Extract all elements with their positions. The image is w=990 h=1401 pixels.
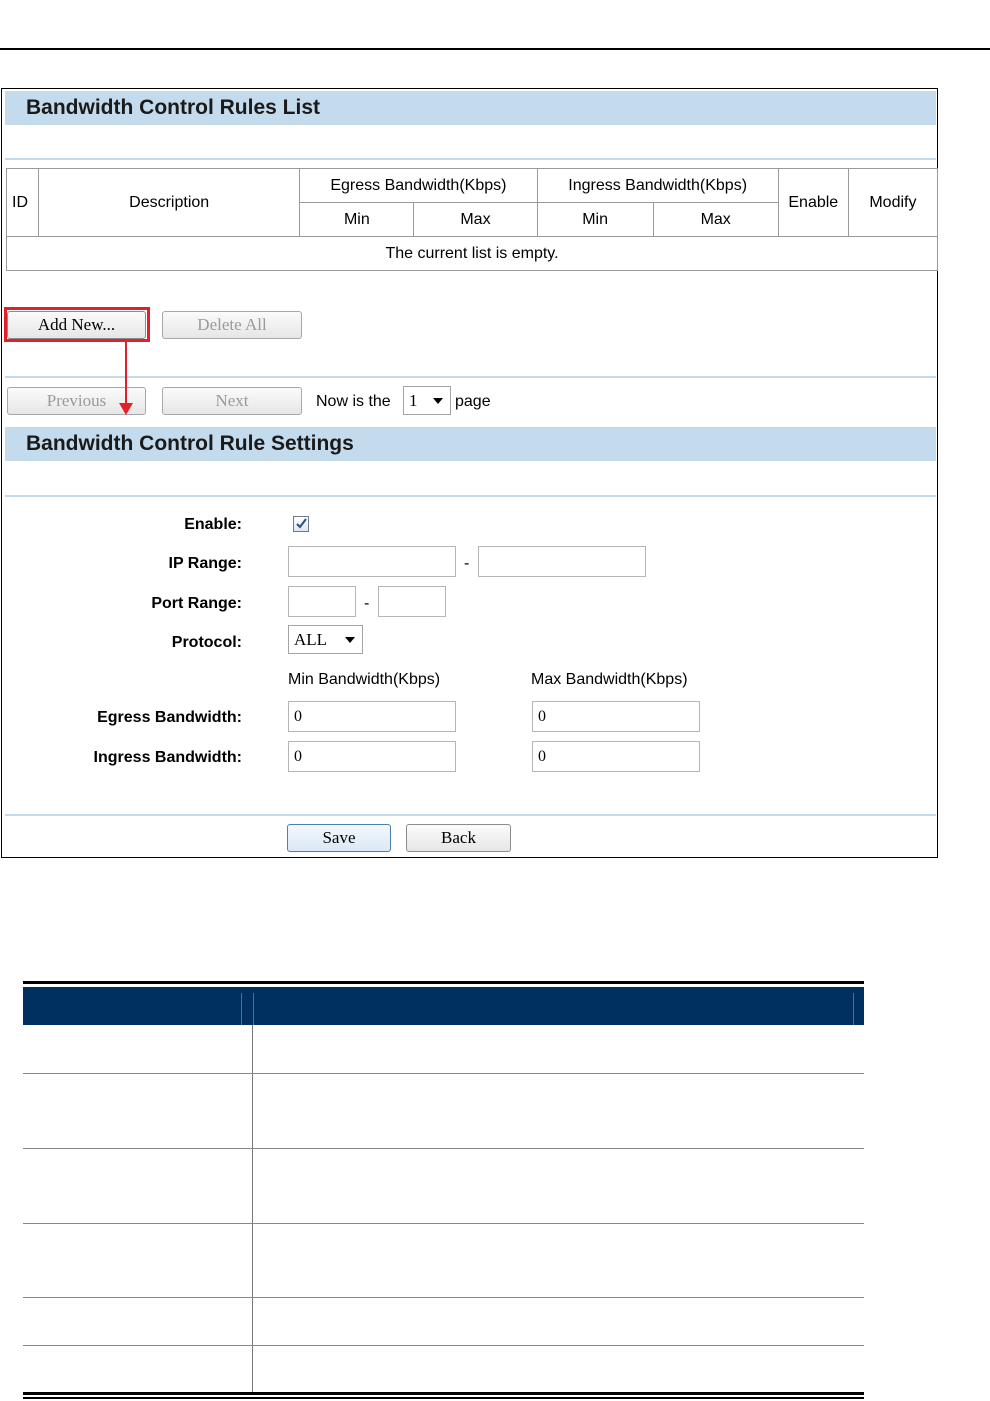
chevron-down-icon bbox=[433, 398, 443, 404]
divider bbox=[5, 376, 936, 378]
next-button[interactable]: Next bbox=[162, 387, 302, 415]
col-egress-max: Max bbox=[413, 202, 538, 237]
egress-max-field[interactable]: 0 bbox=[532, 701, 700, 732]
protocol-select[interactable]: ALL bbox=[288, 625, 363, 654]
egress-min-field[interactable]: 0 bbox=[288, 701, 456, 732]
protocol-select-value: ALL bbox=[294, 630, 328, 649]
chevron-down-icon bbox=[345, 637, 355, 643]
port-end-field[interactable] bbox=[378, 586, 446, 617]
ingress-min-field[interactable]: 0 bbox=[288, 741, 456, 772]
page-select[interactable]: 1 bbox=[403, 386, 451, 415]
back-button[interactable]: Back bbox=[406, 824, 511, 852]
header-divider bbox=[253, 993, 254, 1025]
ingress-max-field[interactable]: 0 bbox=[532, 741, 700, 772]
add-new-highlight bbox=[4, 307, 150, 342]
table-row-divider bbox=[23, 1345, 864, 1346]
column-divider bbox=[252, 1025, 253, 1393]
col-description: Description bbox=[38, 168, 301, 237]
col-egress: Egress Bandwidth(Kbps) bbox=[299, 168, 538, 203]
divider bbox=[5, 158, 936, 160]
col-ingress-max: Max bbox=[652, 202, 779, 237]
page-suffix-text: page bbox=[455, 393, 491, 410]
col-ingress: Ingress Bandwidth(Kbps) bbox=[536, 168, 779, 203]
table-bottom-rule bbox=[23, 1392, 864, 1395]
ip-range-label: IP Range: bbox=[168, 555, 243, 572]
ip-range-dash: - bbox=[464, 555, 470, 572]
col-ingress-min: Min bbox=[536, 202, 654, 237]
arrow-down-icon bbox=[119, 403, 133, 415]
egress-label: Egress Bandwidth: bbox=[97, 709, 242, 726]
ingress-label: Ingress Bandwidth: bbox=[93, 749, 242, 766]
port-start-field[interactable] bbox=[288, 586, 356, 617]
port-range-label: Port Range: bbox=[151, 595, 242, 612]
list-section-title: Bandwidth Control Rules List bbox=[26, 96, 320, 119]
table-row-divider bbox=[23, 1148, 864, 1149]
divider bbox=[5, 495, 936, 497]
settings-section-title: Bandwidth Control Rule Settings bbox=[26, 432, 354, 455]
empty-list-message: The current list is empty. bbox=[6, 236, 938, 271]
table-bottom-rule bbox=[23, 1397, 864, 1399]
page-select-value: 1 bbox=[409, 391, 418, 410]
max-bandwidth-header: Max Bandwidth(Kbps) bbox=[531, 671, 688, 688]
table-row-divider bbox=[23, 1223, 864, 1224]
table-header-row bbox=[23, 987, 864, 1025]
table-top-rule bbox=[23, 981, 864, 984]
delete-all-button[interactable]: Delete All bbox=[162, 311, 302, 339]
ip-end-field[interactable] bbox=[478, 546, 646, 577]
table-row-divider bbox=[23, 1073, 864, 1074]
page-prefix-text: Now is the bbox=[316, 393, 391, 410]
check-icon bbox=[296, 518, 307, 529]
col-egress-min: Min bbox=[299, 202, 415, 237]
enable-label: Enable: bbox=[184, 516, 242, 533]
rules-table: ID Description Egress Bandwidth(Kbps) In… bbox=[5, 168, 939, 271]
col-id: ID bbox=[5, 168, 40, 237]
list-section-header: Bandwidth Control Rules List bbox=[5, 91, 936, 125]
header-divider bbox=[853, 993, 854, 1025]
ip-start-field[interactable] bbox=[288, 546, 456, 577]
divider bbox=[5, 814, 936, 816]
enable-checkbox[interactable] bbox=[293, 516, 309, 532]
arrow-line bbox=[125, 341, 127, 407]
settings-section-header: Bandwidth Control Rule Settings bbox=[5, 427, 936, 461]
screenshot-panel: Bandwidth Control Rules List ID Descript… bbox=[1, 88, 939, 858]
page-top-rule bbox=[0, 48, 990, 50]
protocol-label: Protocol: bbox=[171, 634, 242, 651]
col-modify: Modify bbox=[847, 168, 939, 237]
min-bandwidth-header: Min Bandwidth(Kbps) bbox=[288, 671, 441, 688]
save-button[interactable]: Save bbox=[287, 824, 391, 852]
port-range-dash: - bbox=[364, 595, 370, 612]
table-row-divider bbox=[23, 1297, 864, 1298]
col-enable: Enable bbox=[777, 168, 849, 237]
header-divider bbox=[241, 993, 242, 1025]
